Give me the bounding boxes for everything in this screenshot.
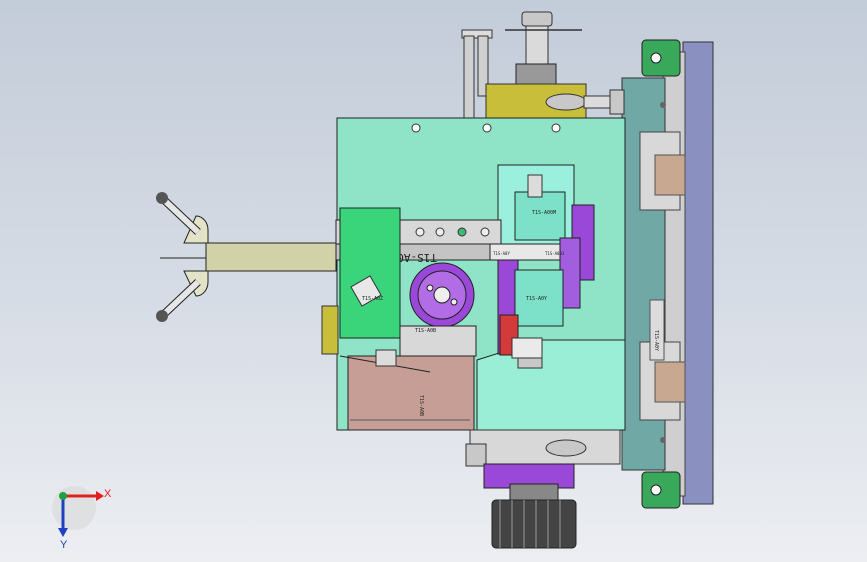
top-spindle xyxy=(461,11,625,121)
lower-block-label: T1S-A0Y xyxy=(526,296,547,302)
slide-left-label: T1S-A0Y xyxy=(493,251,510,256)
green-block-label: T1S-A0Z xyxy=(362,296,383,302)
x-axis-label: X xyxy=(104,488,112,500)
y-axis-label: Y xyxy=(60,539,68,551)
left-gripper-arm xyxy=(156,192,337,322)
right-rail-assembly: T1S-A0Y xyxy=(621,39,714,509)
axis-triad: X Y xyxy=(52,486,112,551)
pink-plate-label: T1S-A0B xyxy=(418,395,424,416)
gear xyxy=(409,262,475,328)
cad-viewport[interactable]: T1S-A0Y T1S-A00M T1S-A0Y T1S-A002 T1S-A0… xyxy=(0,0,867,562)
upper-block-label: T1S-A00M xyxy=(532,210,556,216)
green-block: T1S-A0Z xyxy=(321,207,401,355)
right-rail-label: T1S-A0Y xyxy=(653,330,659,351)
bottom-spindle xyxy=(465,429,621,549)
upper-block: T1S-A00M xyxy=(497,164,575,246)
slide-right-label: T1S-A003 xyxy=(545,251,565,256)
lower-plate-label: T1S-A0B xyxy=(415,328,436,334)
